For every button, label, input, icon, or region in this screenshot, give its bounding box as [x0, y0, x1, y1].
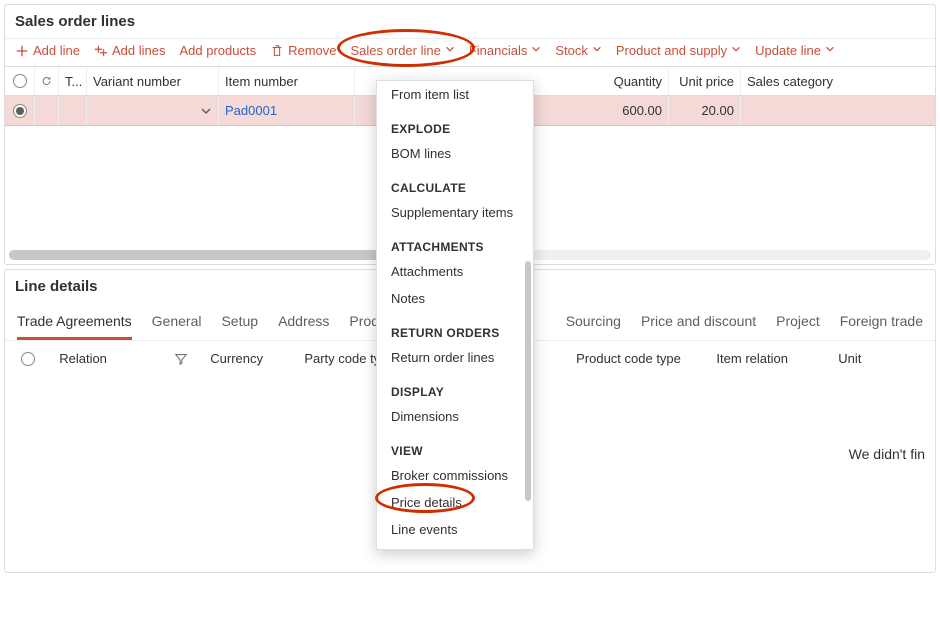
- chevron-down-icon[interactable]: [200, 105, 212, 117]
- chevron-down-icon: [531, 44, 541, 58]
- menu-notes[interactable]: Notes: [377, 285, 533, 312]
- menu-group-view: VIEW: [377, 430, 533, 462]
- filter-icon[interactable]: [172, 352, 191, 366]
- menu-from-item-list[interactable]: From item list: [377, 81, 533, 108]
- chevron-down-icon: [825, 44, 835, 58]
- stock-label: Stock: [555, 43, 588, 58]
- menu-group-return-orders: RETURN ORDERS: [377, 312, 533, 344]
- col-currency[interactable]: Currency: [210, 351, 284, 366]
- tab-trade-agreements[interactable]: Trade Agreements: [17, 313, 132, 340]
- remove-button[interactable]: Remove: [270, 43, 336, 58]
- menu-dimensions[interactable]: Dimensions: [377, 403, 533, 430]
- tab-general[interactable]: General: [152, 313, 202, 340]
- sales-order-line-label: Sales order line: [351, 43, 441, 58]
- chevron-down-icon: [445, 44, 455, 58]
- menu-group-attachments: ATTACHMENTS: [377, 226, 533, 258]
- remove-label: Remove: [288, 43, 336, 58]
- tab-project[interactable]: Project: [776, 313, 820, 340]
- tab-sourcing[interactable]: Sourcing: [566, 313, 621, 340]
- add-products-button[interactable]: Add products: [179, 43, 256, 58]
- sales-category-cell[interactable]: [741, 96, 935, 125]
- refresh-column[interactable]: [35, 67, 59, 95]
- financials-menu-button[interactable]: Financials: [469, 43, 542, 58]
- chevron-down-icon: [592, 44, 602, 58]
- menu-return-order-lines[interactable]: Return order lines: [377, 344, 533, 371]
- chevron-down-icon: [731, 44, 741, 58]
- add-products-label: Add products: [179, 43, 256, 58]
- update-line-menu-button[interactable]: Update line: [755, 43, 835, 58]
- product-supply-label: Product and supply: [616, 43, 727, 58]
- menu-group-explode: EXPLODE: [377, 108, 533, 140]
- stock-menu-button[interactable]: Stock: [555, 43, 602, 58]
- tab-foreign-trade[interactable]: Foreign trade: [840, 313, 923, 340]
- menu-group-calculate: CALCULATE: [377, 167, 533, 199]
- col-unit[interactable]: Unit: [838, 351, 903, 366]
- tab-price-discount[interactable]: Price and discount: [641, 313, 756, 340]
- sales-order-line-menu-button[interactable]: Sales order line: [351, 43, 455, 58]
- add-line-button[interactable]: Add line: [15, 43, 80, 58]
- menu-bom-lines[interactable]: BOM lines: [377, 140, 533, 167]
- menu-supplementary-items[interactable]: Supplementary items: [377, 199, 533, 226]
- item-number-cell[interactable]: Pad0001: [219, 96, 355, 125]
- toolbar: Add line Add lines Add products Remove S…: [5, 38, 935, 66]
- menu-price-details-label: Price details: [391, 495, 462, 510]
- col-product-code-type[interactable]: Product code type: [576, 351, 696, 366]
- unit-price-cell[interactable]: 20.00: [669, 96, 741, 125]
- menu-attachments[interactable]: Attachments: [377, 258, 533, 285]
- menu-group-display: DISPLAY: [377, 371, 533, 403]
- tab-product[interactable]: Prod: [349, 313, 379, 340]
- variant-cell[interactable]: [87, 96, 219, 125]
- col-item-relation[interactable]: Item relation: [716, 351, 818, 366]
- product-supply-menu-button[interactable]: Product and supply: [616, 43, 741, 58]
- add-lines-button[interactable]: Add lines: [94, 43, 165, 58]
- col-relation[interactable]: Relation: [59, 351, 152, 366]
- col-quantity[interactable]: Quantity: [583, 67, 669, 95]
- menu-price-details[interactable]: Price details: [377, 489, 533, 516]
- plus-multi-icon: [94, 44, 108, 58]
- section-title: Sales order lines: [5, 5, 935, 38]
- sales-order-line-dropdown: From item list EXPLODE BOM lines CALCULA…: [376, 80, 534, 550]
- trash-icon: [270, 44, 284, 58]
- quantity-cell[interactable]: 600.00: [583, 96, 669, 125]
- row-radio[interactable]: [5, 96, 35, 125]
- plus-icon: [15, 44, 29, 58]
- add-line-label: Add line: [33, 43, 80, 58]
- add-lines-label: Add lines: [112, 43, 165, 58]
- col-sales-category[interactable]: Sales category: [741, 67, 935, 95]
- financials-label: Financials: [469, 43, 528, 58]
- tab-setup[interactable]: Setup: [221, 313, 258, 340]
- col-item[interactable]: Item number: [219, 67, 355, 95]
- menu-line-events[interactable]: Line events: [377, 516, 533, 543]
- tab-address[interactable]: Address: [278, 313, 329, 340]
- select-all-radio[interactable]: [5, 67, 35, 95]
- detail-radio[interactable]: [17, 352, 39, 366]
- col-unit-price[interactable]: Unit price: [669, 67, 741, 95]
- dropdown-scrollbar[interactable]: [525, 261, 531, 501]
- col-type[interactable]: T...: [59, 67, 87, 95]
- menu-broker-commissions[interactable]: Broker commissions: [377, 462, 533, 489]
- update-line-label: Update line: [755, 43, 821, 58]
- col-variant[interactable]: Variant number: [87, 67, 219, 95]
